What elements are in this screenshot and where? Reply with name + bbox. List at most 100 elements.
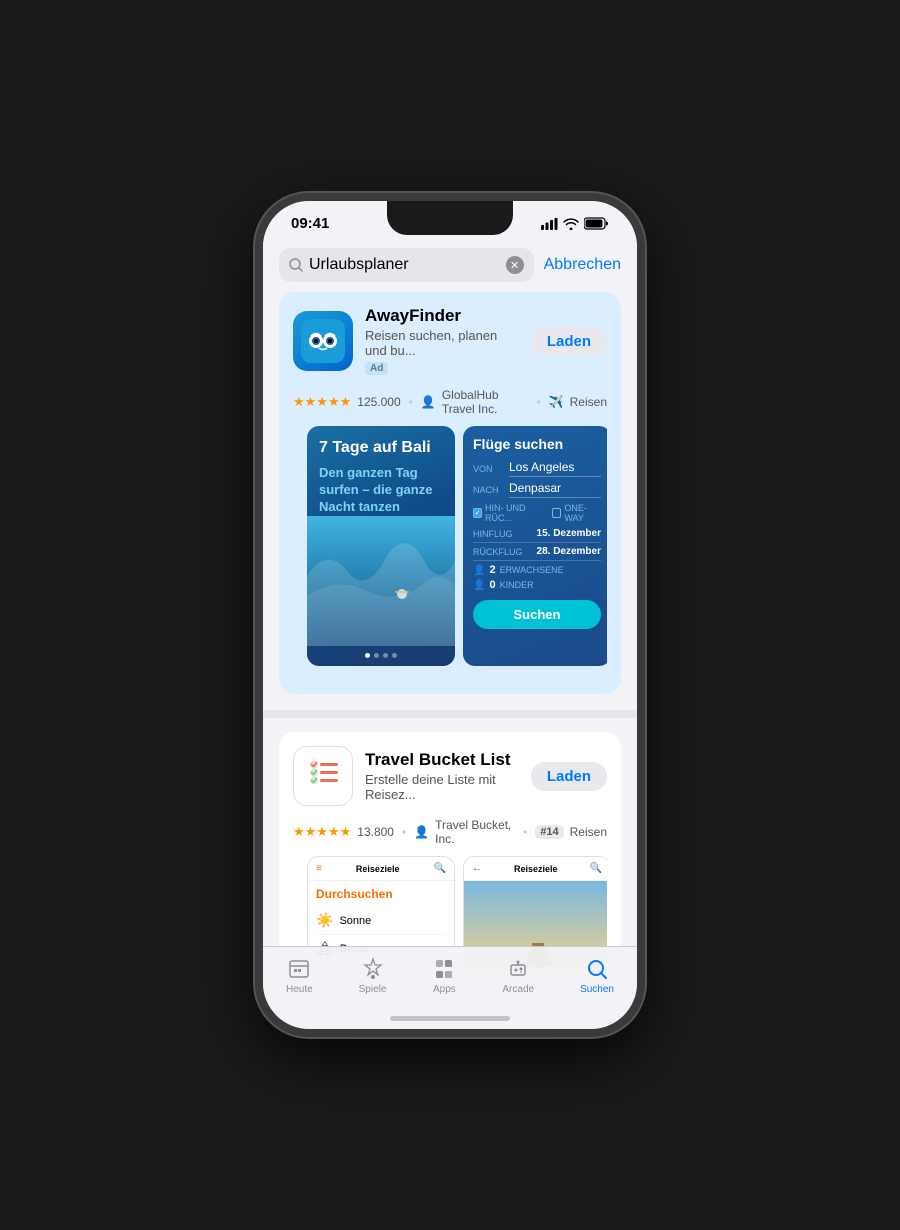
sun-icon: ☀️ bbox=[316, 912, 333, 929]
suchen-label: Suchen bbox=[580, 984, 614, 995]
tab-bar: Heute Spiele Apps bbox=[263, 946, 637, 1029]
status-time: 09:41 bbox=[291, 215, 329, 232]
app1-stars: ★★★★★ bbox=[293, 394, 351, 410]
screen-content: Urlaubsplaner ✕ Abbrechen bbox=[263, 240, 637, 968]
app1-desc: Reisen suchen, planen und bu... bbox=[365, 328, 519, 358]
apps-icon bbox=[432, 957, 456, 981]
kids-label: KINDER bbox=[500, 580, 534, 590]
battery-icon bbox=[584, 217, 609, 230]
search-query: Urlaubsplaner bbox=[309, 256, 500, 274]
tab-arcade[interactable]: Arcade bbox=[502, 957, 534, 995]
app2-developer: Travel Bucket, Inc. bbox=[435, 818, 515, 846]
app2-rating: 13.800 bbox=[357, 825, 394, 839]
dot-2 bbox=[374, 653, 379, 658]
travel-bucket-logo bbox=[298, 751, 348, 801]
tab-apps[interactable]: Apps bbox=[432, 957, 456, 995]
adults-row: 👤 2 ERWACHSENE bbox=[473, 564, 601, 576]
roundtrip-label: HIN- UND RÜC... bbox=[485, 503, 546, 523]
app2-header: Travel Bucket List Erstelle deine Liste … bbox=[293, 746, 607, 806]
app1-rating: 125.000 bbox=[357, 395, 400, 409]
wifi-icon bbox=[563, 218, 579, 230]
app1-cta-button[interactable]: Laden bbox=[531, 327, 607, 356]
app2-cta-button[interactable]: Laden bbox=[531, 762, 607, 791]
adults-label: ERWACHSENE bbox=[500, 565, 564, 575]
arcade-icon bbox=[506, 957, 530, 981]
oneway-checkbox bbox=[552, 508, 561, 518]
app1-icon bbox=[293, 311, 353, 371]
app1-category: Reisen bbox=[570, 395, 607, 409]
from-value: Los Angeles bbox=[509, 460, 601, 477]
trip-type-row: ✓ HIN- UND RÜC... ONE-WAY bbox=[473, 503, 601, 523]
cancel-button[interactable]: Abbrechen bbox=[544, 256, 621, 274]
spiele-icon bbox=[361, 957, 385, 981]
dep-date: 15. Dezember bbox=[537, 528, 601, 539]
screen1-title: Reiseziele bbox=[356, 864, 400, 874]
category-sun: ☀️ Sonne bbox=[316, 907, 446, 935]
tab-heute[interactable]: Heute bbox=[286, 957, 313, 995]
flight-search-button[interactable]: Suchen bbox=[473, 600, 601, 629]
heute-icon bbox=[287, 957, 311, 981]
bali-image bbox=[307, 516, 455, 646]
screen2-title: Reiseziele bbox=[514, 864, 558, 874]
app1-screenshots: 7 Tage auf Bali Den ganzen Tag surfen – … bbox=[293, 426, 607, 680]
app2-name: Travel Bucket List bbox=[365, 750, 519, 770]
roundtrip-checkbox: ✓ bbox=[473, 508, 482, 518]
kids-icon: 👤 bbox=[473, 580, 485, 591]
search-icon bbox=[289, 258, 303, 272]
apps-label: Apps bbox=[433, 984, 456, 995]
bali-screenshot: 7 Tage auf Bali Den ganzen Tag surfen – … bbox=[307, 426, 455, 666]
dot-4 bbox=[392, 653, 397, 658]
cat1-label: Sonne bbox=[339, 915, 371, 927]
app2-category: Reisen bbox=[570, 825, 607, 839]
app1-header: AwayFinder Reisen suchen, planen und bu.… bbox=[293, 306, 607, 376]
section-divider bbox=[263, 710, 637, 718]
kids-count: 0 bbox=[489, 579, 495, 591]
phone-frame: 09:41 bbox=[255, 193, 645, 1037]
away-finder-logo bbox=[301, 319, 345, 363]
adults-count: 2 bbox=[489, 564, 495, 576]
app2-desc: Erstelle deine Liste mit Reisez... bbox=[365, 772, 519, 802]
rank-badge: #14 bbox=[535, 825, 563, 839]
bali-title: 7 Tage auf Bali bbox=[319, 438, 443, 457]
roundtrip-option: ✓ HIN- UND RÜC... bbox=[473, 503, 546, 523]
clear-button[interactable]: ✕ bbox=[506, 256, 524, 274]
app2-stats: ★★★★★ 13.800 • 👤 Travel Bucket, Inc. • #… bbox=[293, 818, 607, 856]
arcade-label: Arcade bbox=[502, 984, 534, 995]
carousel-dots bbox=[365, 653, 397, 658]
dot-1 bbox=[365, 653, 370, 658]
tab-suchen[interactable]: Suchen bbox=[580, 957, 614, 995]
flight-title: Flüge suchen bbox=[473, 436, 601, 452]
flight-to-row: NACH Denpasar bbox=[473, 481, 601, 498]
to-value: Denpasar bbox=[509, 481, 601, 498]
screen1-search-icon: 🔍 bbox=[434, 863, 446, 874]
plane-icon: ✈️ bbox=[549, 395, 564, 409]
search-bar-row: Urlaubsplaner ✕ Abbrechen bbox=[263, 240, 637, 292]
suchen-icon bbox=[585, 957, 609, 981]
app2-icon bbox=[293, 746, 353, 806]
back-arrow-icon: ← bbox=[472, 863, 482, 874]
screen2-search-icon: 🔍 bbox=[590, 863, 602, 874]
app1-name: AwayFinder bbox=[365, 306, 519, 326]
flight-from-row: VON Los Angeles bbox=[473, 460, 601, 477]
screen1-header: ≡ Reiseziele 🔍 bbox=[308, 857, 454, 881]
dep-label: HINFLUG bbox=[473, 529, 513, 539]
ret-date-row: RÜCKFLUG 28. Dezember bbox=[473, 546, 601, 561]
tab-spiele[interactable]: Spiele bbox=[359, 957, 387, 995]
oneway-option: ONE-WAY bbox=[552, 503, 601, 523]
kids-row: 👤 0 KINDER bbox=[473, 579, 601, 591]
ad-badge: Ad bbox=[365, 362, 388, 375]
app2-stars: ★★★★★ bbox=[293, 824, 351, 840]
signal-icon bbox=[541, 218, 558, 230]
search-input-wrap[interactable]: Urlaubsplaner ✕ bbox=[279, 248, 534, 282]
spiele-label: Spiele bbox=[359, 984, 387, 995]
bali-subtitle: Den ganzen Tag surfen – die ganze Nacht … bbox=[319, 465, 443, 516]
home-indicator bbox=[390, 1016, 510, 1021]
surfer-wave-illustration bbox=[307, 516, 455, 646]
from-label: VON bbox=[473, 464, 505, 474]
oneway-label: ONE-WAY bbox=[564, 503, 601, 523]
adults-icon: 👤 bbox=[473, 565, 485, 576]
ad-card: AwayFinder Reisen suchen, planen und bu.… bbox=[279, 292, 621, 694]
app1-stats: ★★★★★ 125.000 • 👤 GlobalHub Travel Inc. … bbox=[293, 388, 607, 426]
person-icon: 👤 bbox=[421, 395, 436, 409]
browse-title: Durchsuchen bbox=[316, 887, 446, 901]
